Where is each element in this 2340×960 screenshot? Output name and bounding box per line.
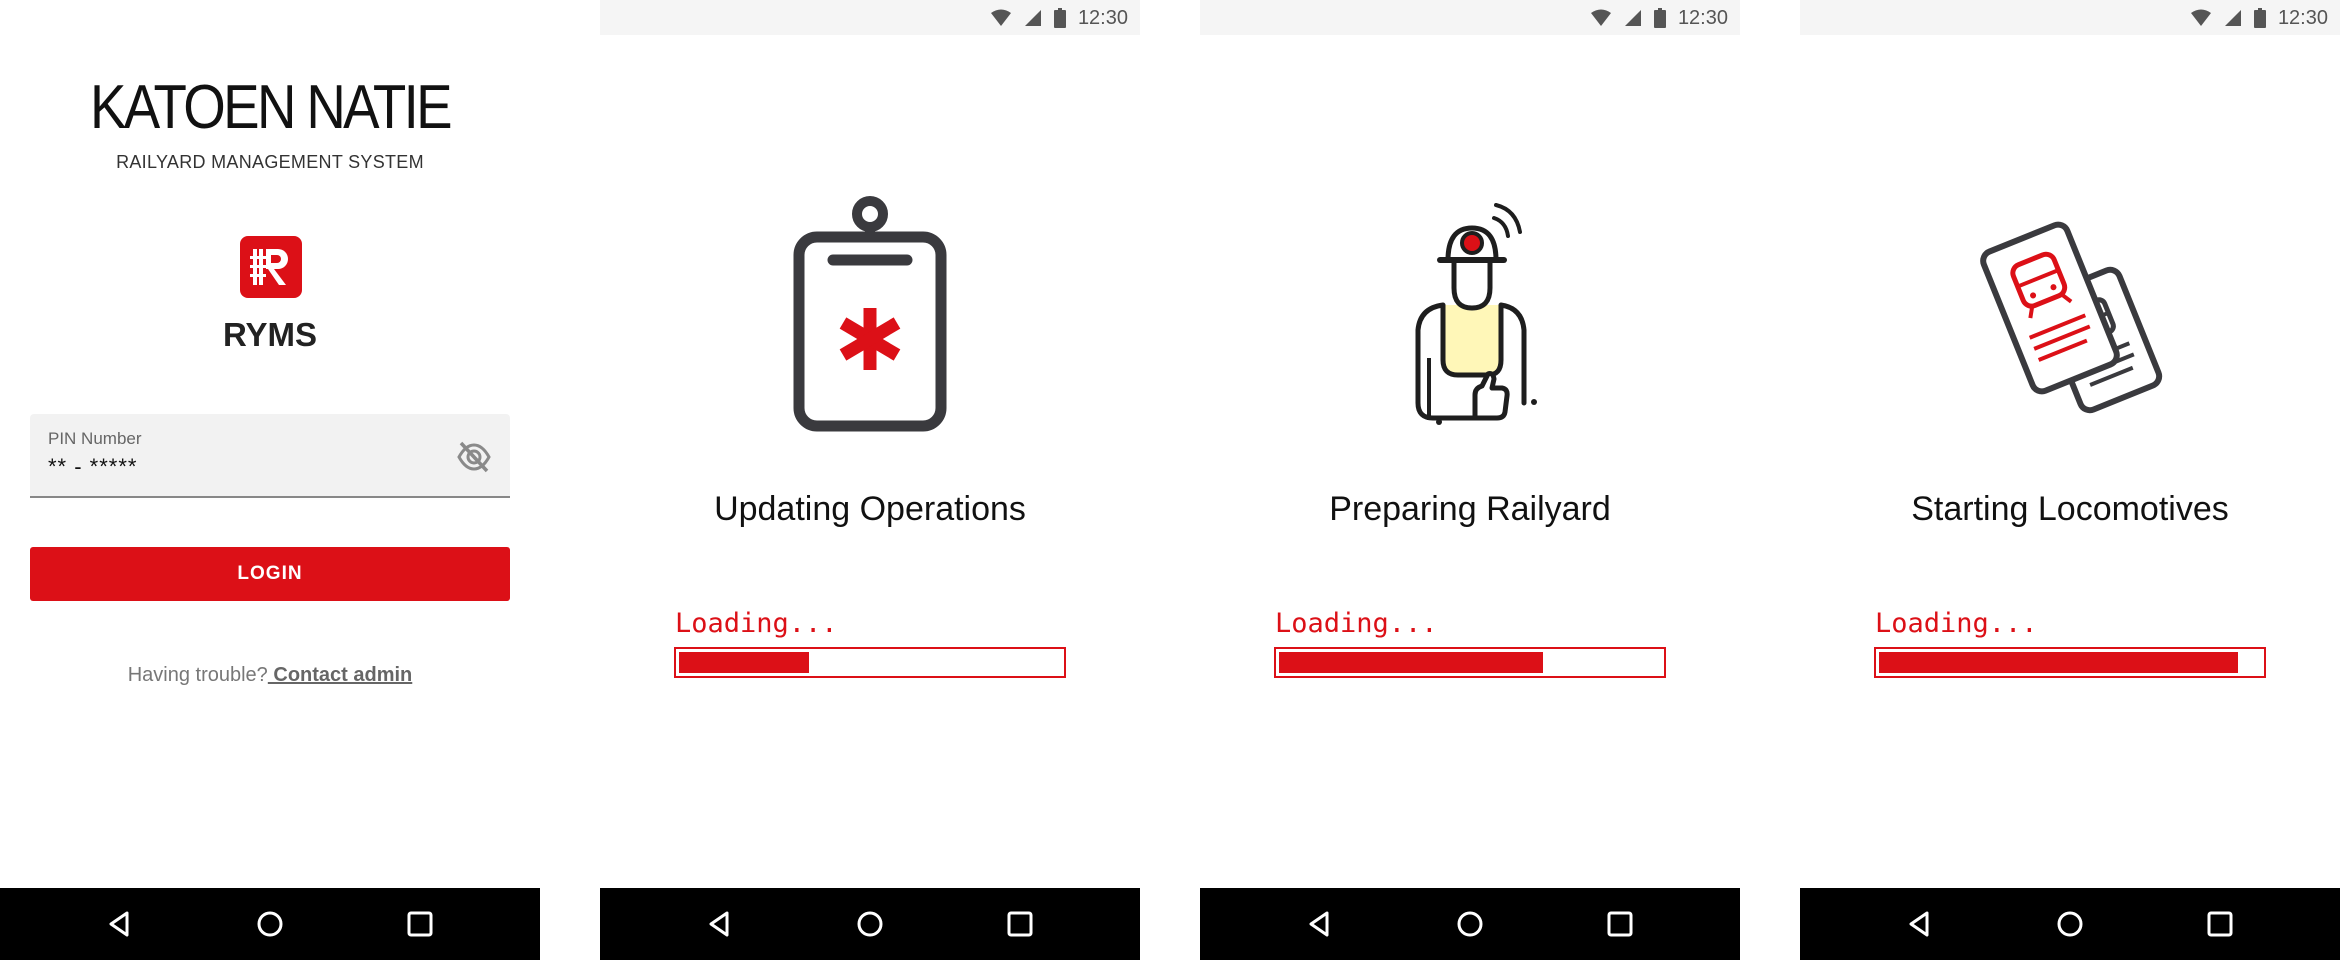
railway-worker-icon — [1415, 203, 1537, 425]
loading-label: Loading... — [675, 608, 838, 639]
login-button[interactable]: LOGIN — [30, 547, 510, 601]
svg-text:KATOEN NATIE: KATOEN NATIE — [90, 73, 451, 140]
status-bar: 12:30 — [1800, 0, 2340, 35]
katoen-natie-logo: KATOEN NATIE — [90, 73, 454, 140]
progress-bar — [1874, 647, 2266, 678]
back-icon[interactable] — [1905, 909, 1935, 939]
clipboard-asterisk-icon — [793, 196, 947, 432]
status-bar: 12:30 — [1200, 0, 1740, 35]
navigation-bar — [1200, 888, 1740, 960]
loading-screen-locomotives: 12:30 Starting Locomotives Loading... — [1800, 0, 2340, 960]
loading-title: Updating Operations — [714, 490, 1026, 528]
signal-icon — [1024, 10, 1041, 26]
recents-icon[interactable] — [1005, 909, 1035, 939]
home-icon[interactable] — [2055, 909, 2085, 939]
clock: 12:30 — [2277, 6, 2328, 29]
contact-admin-link[interactable]: Contact admin — [268, 664, 412, 686]
progress-bar — [1274, 647, 1666, 678]
wifi-icon — [990, 9, 1011, 26]
loading-screen-operations: 12:30 Updating Operations Loading... — [600, 0, 1140, 960]
progress-fill — [1879, 652, 2238, 673]
signal-icon — [1624, 10, 1641, 26]
battery-icon — [1053, 8, 1066, 28]
battery-icon — [2253, 8, 2266, 28]
login-screen: KATOEN NATIE RAILYARD MANAGEMENT SYSTEM … — [0, 0, 540, 960]
recents-icon[interactable] — [405, 909, 435, 939]
loading-screen-railyard: 12:30 Preparing Railyard Loading... — [1200, 0, 1740, 960]
app-name: RYMS — [222, 316, 318, 353]
wifi-icon — [1590, 9, 1611, 26]
back-icon[interactable] — [105, 909, 135, 939]
loading-title: Starting Locomotives — [1911, 490, 2229, 528]
help-text: Having trouble? Contact admin — [0, 664, 540, 687]
visibility-off-icon[interactable] — [456, 439, 492, 475]
back-icon[interactable] — [1305, 909, 1335, 939]
clock: 12:30 — [1677, 6, 1728, 29]
progress-fill — [1279, 652, 1543, 673]
navigation-bar — [0, 888, 540, 960]
pin-label: PIN Number — [48, 429, 142, 448]
progress-bar — [674, 647, 1066, 678]
home-icon[interactable] — [855, 909, 885, 939]
system-subtitle: RAILYARD MANAGEMENT SYSTEM — [116, 152, 424, 172]
loading-title: Preparing Railyard — [1329, 490, 1611, 528]
wifi-icon — [2190, 9, 2211, 26]
navigation-bar — [600, 888, 1140, 960]
pin-number-field[interactable]: PIN Number — [30, 414, 510, 498]
clock: 12:30 — [1077, 6, 1128, 29]
recents-icon[interactable] — [1605, 909, 1635, 939]
ryms-app-icon — [240, 236, 302, 298]
back-icon[interactable] — [705, 909, 735, 939]
progress-fill — [679, 652, 809, 673]
home-icon[interactable] — [255, 909, 285, 939]
pin-input[interactable] — [48, 454, 428, 480]
home-icon[interactable] — [1455, 909, 1485, 939]
loading-label: Loading... — [1875, 608, 2038, 639]
loading-label: Loading... — [1275, 608, 1438, 639]
train-tickets-icon — [1980, 221, 2163, 414]
help-prompt: Having trouble? — [127, 664, 268, 686]
battery-icon — [1653, 8, 1666, 28]
navigation-bar — [1800, 888, 2340, 960]
recents-icon[interactable] — [2205, 909, 2235, 939]
signal-icon — [2224, 10, 2241, 26]
status-bar: 12:30 — [600, 0, 1140, 35]
